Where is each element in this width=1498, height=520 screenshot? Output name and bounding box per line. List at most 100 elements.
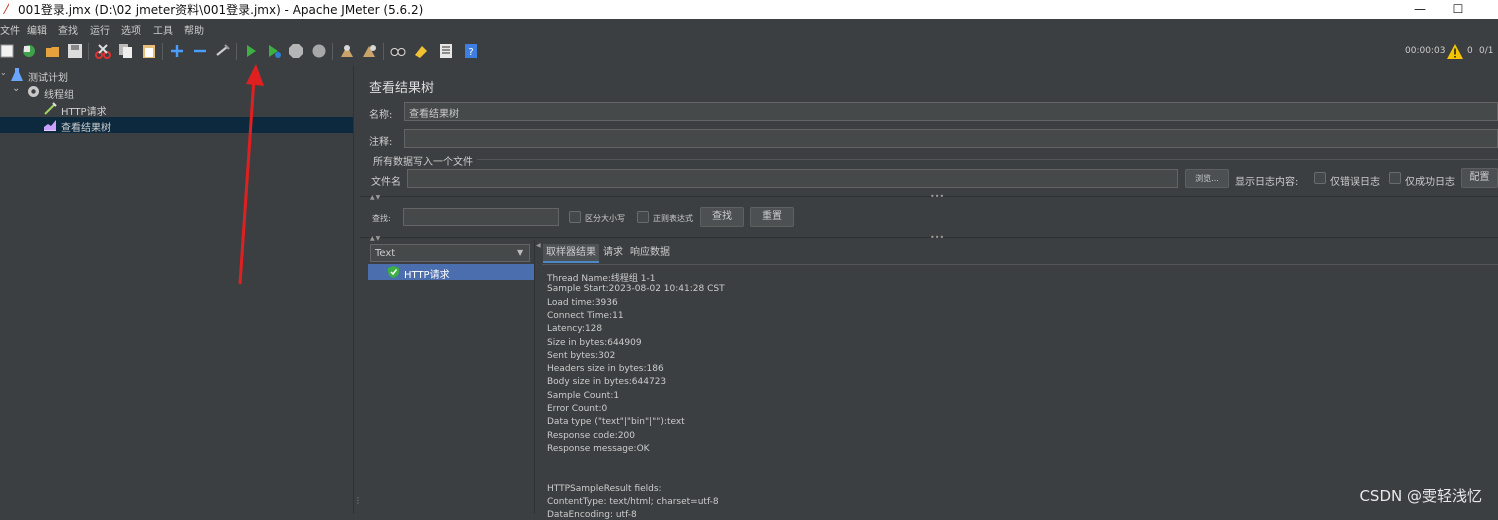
tree-item-view-results[interactable]: 查看结果树 — [0, 117, 353, 134]
result-line: DataEncoding: utf-8 — [547, 510, 637, 520]
result-line: Error Count:0 — [547, 404, 608, 414]
shutdown-icon[interactable] — [311, 43, 327, 59]
result-line: Data type ("text"|"bin"|""):text — [547, 417, 685, 428]
success-only-checkbox[interactable] — [1389, 172, 1401, 184]
tree-item-label: HTTP请求 — [61, 107, 107, 118]
tab-request[interactable]: 请求 — [603, 244, 623, 263]
maximize-button[interactable]: ☐ — [1438, 0, 1478, 19]
regex-checkbox[interactable] — [637, 211, 649, 223]
name-label: 名称: — [369, 110, 393, 121]
copy-icon[interactable] — [118, 43, 134, 59]
result-line: Headers size in bytes:186 — [547, 364, 664, 375]
success-only-label: 仅成功日志 — [1405, 177, 1455, 188]
annotation-arrow — [238, 64, 264, 285]
paste-icon[interactable] — [141, 43, 157, 59]
tab-sampler-result[interactable]: 取样器结果 — [543, 244, 599, 263]
split-arrows-icon[interactable]: ▲▼ — [370, 235, 381, 242]
chevron-down-icon[interactable]: ⌄ — [12, 83, 20, 94]
chevron-down-icon[interactable]: ⌄ — [0, 68, 7, 77]
comment-label: 注释: — [369, 137, 393, 148]
errors-only-checkbox[interactable] — [1314, 172, 1326, 184]
flask-icon — [11, 68, 23, 81]
tree-item-http-request[interactable]: HTTP请求 — [0, 101, 353, 118]
tab-response-data[interactable]: 响应数据 — [630, 244, 670, 263]
search-binoculars-icon[interactable] — [390, 43, 406, 59]
toolbar-separator — [88, 43, 89, 60]
thread-count: 0/1 — [1479, 46, 1494, 56]
toolbar: ? 00:00:03 0 0/1 — [0, 38, 1498, 67]
function-helper-icon[interactable] — [438, 43, 454, 59]
cut-icon[interactable] — [95, 43, 111, 59]
renderer-selected: Text — [375, 248, 396, 259]
renderer-select[interactable]: Text ▼ — [370, 244, 530, 262]
result-line: HTTPSampleResult fields: — [547, 483, 662, 494]
result-line: Connect Time:11 — [547, 310, 624, 321]
sampler-result-text: Thread Name:线程组 1-1 Sample Start:2023-08-… — [542, 264, 1498, 520]
start-icon[interactable] — [243, 43, 259, 59]
menu-run[interactable]: 运行 — [90, 22, 110, 37]
start-no-pauses-icon[interactable] — [266, 43, 282, 59]
tree-item-thread-group[interactable]: ⌄ 线程组 — [0, 83, 353, 101]
result-line: Load time:3936 — [547, 297, 618, 308]
reset-search-icon[interactable] — [413, 43, 429, 59]
new-icon[interactable] — [0, 43, 16, 59]
reset-button[interactable]: 重置 — [750, 207, 794, 227]
stop-icon[interactable] — [288, 43, 304, 59]
toolbar-separator — [332, 43, 333, 60]
menu-search[interactable]: 查找 — [58, 22, 78, 37]
regex-label: 正则表达式 — [653, 214, 693, 223]
split-grip: ••• — [930, 233, 945, 242]
result-line: ContentType: text/html; charset=utf-8 — [547, 497, 719, 508]
menu-file[interactable]: 文件 — [0, 22, 20, 37]
log-content-label: 显示日志内容: — [1235, 177, 1299, 188]
elapsed-timer: 00:00:03 — [1405, 46, 1446, 56]
warning-icon[interactable] — [1447, 44, 1463, 59]
result-list — [368, 263, 534, 514]
toggle-icon[interactable] — [215, 43, 231, 59]
window-title: 001登录.jmx (D:\02 jmeter资料\001登录.jmx) - A… — [18, 3, 424, 17]
group-border — [477, 159, 1498, 160]
split-arrows-icon[interactable]: ◀ — [536, 242, 541, 249]
case-sensitive-checkbox[interactable] — [569, 211, 581, 223]
split-grip: ••• — [930, 192, 945, 201]
clear-icon[interactable] — [339, 43, 355, 59]
errors-only-label: 仅错误日志 — [1330, 177, 1380, 188]
comment-field[interactable] — [404, 129, 1498, 148]
menu-help[interactable]: 帮助 — [184, 22, 204, 37]
split-divider[interactable]: ▲▼ ••• — [360, 192, 1498, 205]
collapse-all-icon[interactable] — [192, 43, 208, 59]
search-input[interactable] — [403, 208, 559, 226]
filename-label: 文件名 — [371, 177, 401, 188]
pipette-icon — [44, 102, 57, 115]
name-field[interactable]: 查看结果树 — [404, 102, 1498, 121]
tree-item-test-plan[interactable]: ⌄ 测试计划 — [0, 67, 353, 84]
result-tabs: 取样器结果 请求 响应数据 — [542, 244, 1498, 263]
menu-bar: 文件 编辑 查找 运行 选项 工具 帮助 — [0, 19, 1498, 38]
tree-item-label: 测试计划 — [28, 73, 68, 84]
split-arrows-icon[interactable]: ▲▼ — [370, 194, 381, 201]
browse-button[interactable]: 浏览... — [1185, 169, 1229, 188]
test-plan-tree: ⌄ 测试计划 ⌄ 线程组 HTTP请求 查看结果树 — [0, 66, 353, 514]
configure-button[interactable]: 配置 — [1461, 168, 1498, 188]
filename-field[interactable] — [407, 169, 1178, 188]
save-icon[interactable] — [67, 43, 83, 59]
warning-count: 0 — [1467, 46, 1473, 56]
jmeter-feather-icon — [3, 3, 9, 14]
menu-options[interactable]: 选项 — [121, 22, 141, 37]
expand-all-icon[interactable] — [169, 43, 185, 59]
menu-tools[interactable]: 工具 — [153, 22, 173, 37]
toolbar-separator — [383, 43, 384, 60]
clear-all-icon[interactable] — [362, 43, 378, 59]
chevron-down-icon[interactable]: ▼ — [517, 248, 523, 257]
result-line: Sample Start:2023-08-02 10:41:28 CST — [547, 284, 725, 295]
find-button[interactable]: 查找 — [700, 207, 744, 227]
tree-item-label: 线程组 — [44, 90, 74, 101]
open-icon[interactable] — [45, 43, 61, 59]
minimize-button[interactable]: — — [1400, 0, 1440, 19]
tree-item-label: 查看结果树 — [61, 123, 111, 134]
templates-icon[interactable] — [21, 43, 37, 59]
menu-edit[interactable]: 编辑 — [27, 22, 47, 37]
help-icon[interactable]: ? — [463, 43, 479, 59]
list-item[interactable]: HTTP请求 — [368, 264, 534, 281]
result-line: Body size in bytes:644723 — [547, 377, 667, 388]
